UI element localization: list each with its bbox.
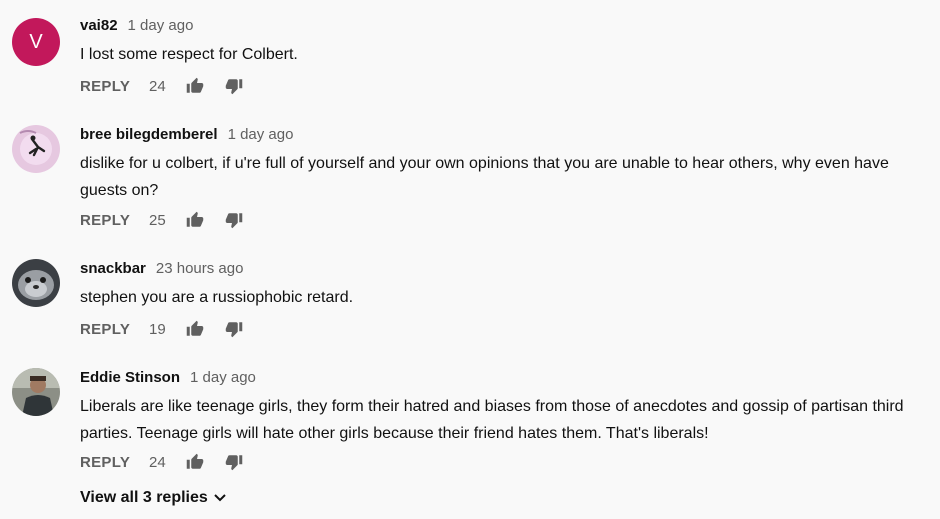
comment-text: dislike for u colbert, if u're full of y…: [80, 155, 889, 199]
avatar-letter: V: [29, 30, 43, 53]
thumbs-up-icon[interactable]: [186, 453, 204, 471]
comment-actions: REPLY 25: [80, 210, 264, 230]
comment-time[interactable]: 1 day ago: [190, 369, 256, 386]
author-name[interactable]: vai82: [80, 17, 118, 34]
reply-button[interactable]: REPLY: [80, 454, 149, 471]
comment-time[interactable]: 23 hours ago: [156, 260, 244, 277]
author-name[interactable]: Eddie Stinson: [80, 369, 180, 386]
thumbs-up-icon[interactable]: [186, 77, 204, 95]
comment-text: stephen you are a russiophobic retard.: [80, 289, 354, 306]
avatar[interactable]: [12, 125, 60, 173]
comment-meta: snackbar 23 hours ago: [80, 260, 243, 277]
chevron-down-icon: [214, 494, 226, 502]
thumbs-down-icon[interactable]: [225, 320, 243, 338]
thumbs-down-icon[interactable]: [225, 453, 243, 471]
avatar-image: [12, 259, 60, 307]
avatar[interactable]: [12, 259, 60, 307]
like-count: 19: [149, 320, 166, 338]
thumbs-down-icon[interactable]: [225, 211, 243, 229]
comment-actions: REPLY 24: [80, 452, 264, 472]
author-name[interactable]: bree bilegdemberel: [80, 126, 218, 143]
reply-button[interactable]: REPLY: [80, 78, 149, 95]
comment-meta: bree bilegdemberel 1 day ago: [80, 126, 293, 143]
avatar-image: [12, 125, 60, 173]
thumbs-up-icon[interactable]: [186, 320, 204, 338]
avatar[interactable]: [12, 368, 60, 416]
thumbs-up-icon[interactable]: [186, 211, 204, 229]
comment-text: I lost some respect for Colbert.: [80, 46, 298, 63]
like-count: 24: [149, 77, 166, 95]
author-name[interactable]: snackbar: [80, 260, 146, 277]
comment-actions: REPLY 24: [80, 76, 264, 96]
comment-meta: vai82 1 day ago: [80, 17, 193, 34]
like-count: 24: [149, 453, 166, 471]
avatar-image: [12, 368, 60, 416]
view-replies-label: View all 3 replies: [80, 489, 208, 506]
avatar[interactable]: V: [12, 18, 60, 66]
reply-button[interactable]: REPLY: [80, 321, 149, 338]
comment-actions: REPLY 19: [80, 319, 264, 339]
comment-meta: Eddie Stinson 1 day ago: [80, 369, 256, 386]
reply-button[interactable]: REPLY: [80, 212, 149, 229]
thumbs-down-icon[interactable]: [225, 77, 243, 95]
view-replies-button[interactable]: View all 3 replies: [80, 489, 226, 507]
like-count: 25: [149, 211, 166, 229]
comment-text: Liberals are like teenage girls, they fo…: [80, 398, 904, 442]
comment-time[interactable]: 1 day ago: [128, 17, 194, 34]
comment-time[interactable]: 1 day ago: [228, 126, 294, 143]
